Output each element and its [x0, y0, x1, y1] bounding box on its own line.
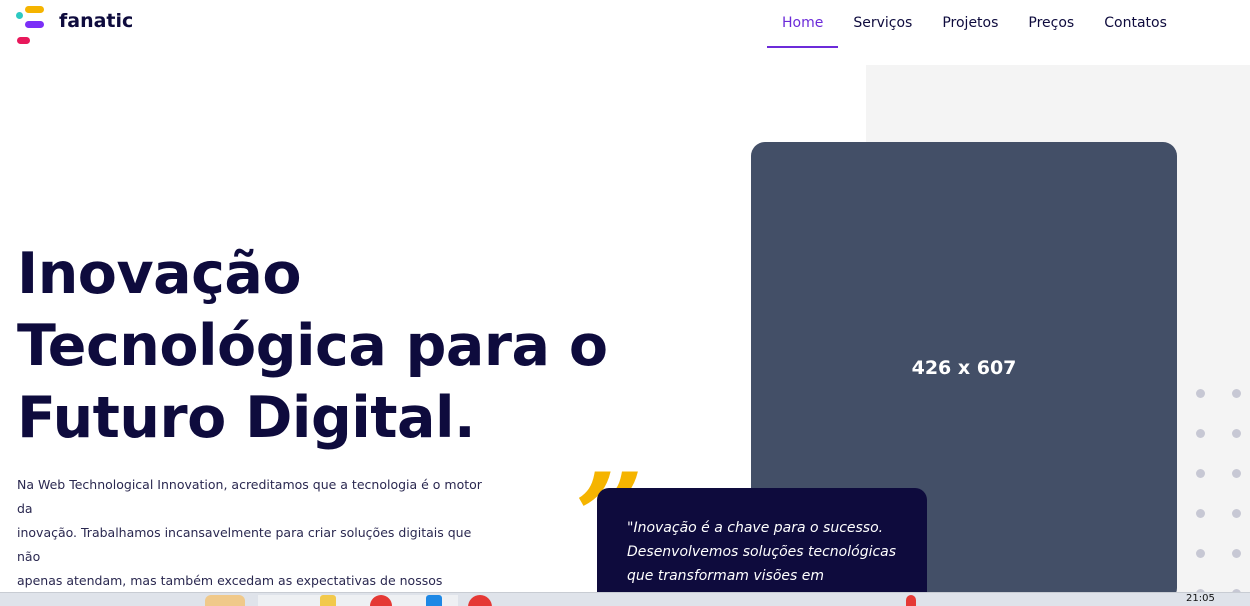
notification-icon[interactable]	[906, 595, 916, 606]
nav-item-projetos[interactable]: Projetos	[942, 0, 998, 48]
taskbar-app-icon[interactable]	[320, 595, 336, 606]
hero-title-line-3: Futuro Digital.	[17, 385, 476, 451]
main-nav: Home Serviços Projetos Preços Contatos	[767, 0, 1197, 48]
nav-item-home[interactable]: Home	[767, 0, 839, 48]
taskbar-app-icon[interactable]	[468, 595, 492, 606]
taskbar-clock[interactable]: 21:05	[1186, 593, 1215, 604]
placeholder-label: 426 x 607	[911, 357, 1017, 379]
brand-name[interactable]: fanatic	[59, 10, 133, 32]
hero-description-line-1: Na Web Technological Innovation, acredit…	[17, 477, 482, 516]
dot-pattern	[1196, 389, 1250, 599]
quote-line-1: "Inovação é a chave para o sucesso.	[627, 520, 884, 536]
nav-item-servicos[interactable]: Serviços	[853, 0, 912, 48]
taskbar-app-icon[interactable]	[205, 595, 245, 606]
taskbar-app-icon[interactable]	[426, 595, 442, 606]
hero-title-line-2: Tecnológica para o	[17, 313, 608, 379]
hero-description: Na Web Technological Innovation, acredit…	[17, 473, 487, 606]
quote-card: "Inovação é a chave para o sucesso. Dese…	[597, 488, 927, 606]
os-taskbar: 21:05	[0, 592, 1250, 606]
logo-icon[interactable]	[16, 4, 48, 46]
nav-item-contatos[interactable]: Contatos	[1104, 0, 1167, 48]
quote-line-2: Desenvolvemos soluções tecnológicas	[627, 544, 897, 560]
hero-title-line-1: Inovação	[17, 241, 301, 307]
hero-description-line-2: inovação. Trabalhamos incansavelmente pa…	[17, 525, 472, 564]
nav-item-precos[interactable]: Preços	[1028, 0, 1074, 48]
hero-title: Inovação Tecnológica para o Futuro Digit…	[17, 238, 617, 454]
